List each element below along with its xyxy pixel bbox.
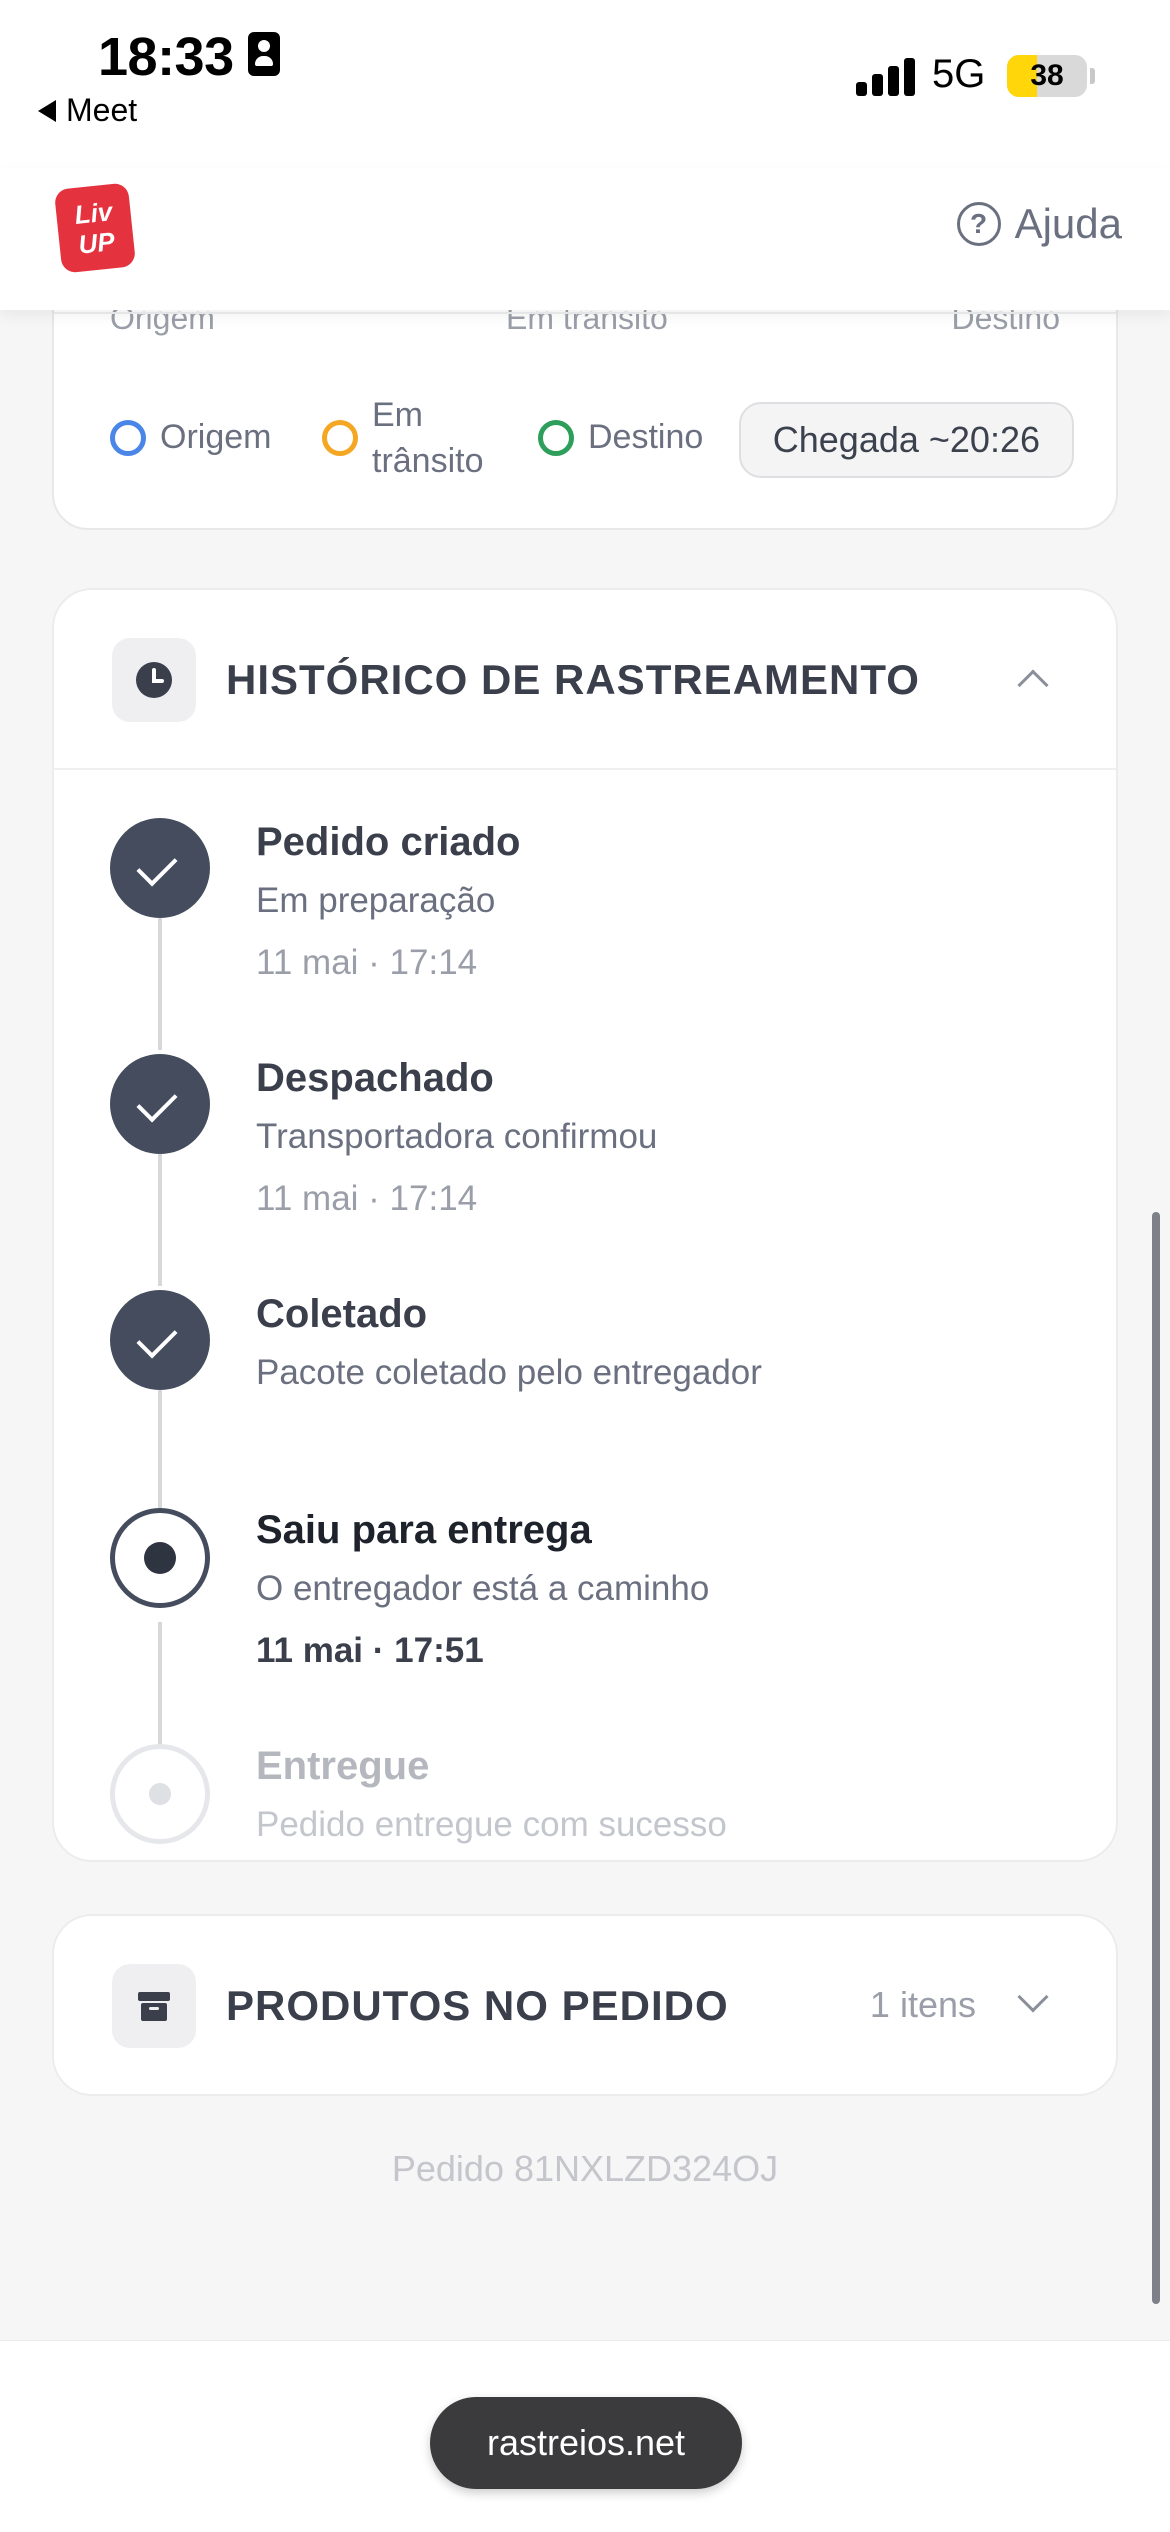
timeline-event-current: Saiu para entrega O entregador está a ca…	[256, 1508, 709, 1671]
timeline-connector	[158, 918, 162, 1050]
legend-transit: Em trânsito	[322, 392, 502, 484]
timeline-event: Despachado Transportadora confirmou 11 m…	[256, 1056, 657, 1219]
products-count: 1 itens	[869, 1984, 976, 2025]
legend-destination: Destino	[538, 418, 703, 457]
chevron-up-icon[interactable]	[1017, 669, 1049, 701]
battery-tip	[1090, 68, 1095, 84]
status-time: 18:33	[98, 27, 234, 87]
logo-text-line1: Liv	[73, 196, 114, 230]
event-subtitle: O entregador está a caminho	[256, 1569, 710, 1608]
network-type: 5G	[932, 52, 986, 96]
question-circle-icon: ?	[956, 202, 1001, 246]
event-time: 11 mai · 17:51	[256, 1631, 484, 1670]
history-title: HISTÓRICO DE RASTREAMENTO	[226, 656, 920, 703]
products-title: PRODUTOS NO PEDIDO	[226, 1982, 729, 2029]
app-header: Liv UP ? Ajuda	[0, 168, 1170, 310]
event-title: Pedido criado	[256, 820, 521, 864]
arrival-estimate-badge: Chegada ~20:26	[738, 402, 1074, 478]
cellular-signal-icon	[856, 58, 916, 96]
event-title: Coletado	[256, 1292, 428, 1336]
event-time: 11 mai · 17:14	[256, 943, 478, 982]
scrollbar[interactable]	[1152, 1212, 1160, 2304]
back-app-label: Meet	[66, 92, 138, 128]
legend-destination-label: Destino	[588, 418, 704, 456]
legend-origin: Origem	[110, 418, 271, 457]
check-circle-icon	[110, 818, 210, 918]
timeline-event-pending: Entregue Pedido entregue com sucesso	[256, 1744, 727, 1845]
destination-ring-icon	[538, 419, 574, 456]
battery-icon: 38	[1007, 55, 1087, 97]
back-triangle-icon	[38, 99, 56, 122]
timeline-event: Coletado Pacote coletado pelo entregador	[256, 1292, 762, 1393]
tracking-history-card: HISTÓRICO DE RASTREAMENTO Pedido criado …	[52, 588, 1118, 1862]
divider	[54, 312, 1116, 314]
event-title: Saiu para entrega	[256, 1508, 592, 1552]
back-to-app-link[interactable]: Meet	[38, 92, 137, 129]
timeline-event: Pedido criado Em preparação 11 mai · 17:…	[256, 820, 521, 983]
event-subtitle: Pedido entregue com sucesso	[256, 1805, 727, 1844]
brand-logo[interactable]: Liv UP	[53, 182, 137, 274]
logo-text-line2: UP	[77, 226, 117, 260]
archive-box-icon	[112, 1964, 196, 2048]
check-circle-icon	[110, 1290, 210, 1390]
products-card[interactable]: PRODUTOS NO PEDIDO 1 itens	[52, 1914, 1118, 2096]
legend-transit-label: Em trânsito	[372, 396, 484, 480]
transit-ring-icon	[322, 420, 358, 456]
help-button[interactable]: ? Ajuda	[956, 200, 1122, 248]
battery-percent: 38	[1030, 59, 1064, 92]
timeline-connector	[158, 1154, 162, 1286]
event-subtitle: Transportadora confirmou	[256, 1117, 658, 1156]
pending-step-icon	[110, 1744, 210, 1844]
url-bar[interactable]: rastreios.net	[430, 2397, 742, 2489]
origin-ring-icon	[110, 419, 146, 456]
contact-card-icon	[248, 32, 280, 76]
current-step-icon	[110, 1508, 210, 1608]
order-id: Pedido 81NXLZD324OJ	[391, 2148, 779, 2189]
browser-bottom-bar: rastreios.net	[0, 2340, 1170, 2532]
clock-icon	[112, 638, 196, 722]
status-bar: 18:33 Meet 5G 38	[0, 0, 1170, 168]
event-subtitle: Pacote coletado pelo entregador	[256, 1353, 762, 1392]
event-title: Despachado	[256, 1056, 494, 1100]
event-title: Entregue	[256, 1744, 430, 1788]
help-label: Ajuda	[1014, 200, 1122, 247]
chevron-down-icon[interactable]	[1017, 1981, 1049, 2013]
event-subtitle: Em preparação	[256, 881, 496, 920]
history-header[interactable]: HISTÓRICO DE RASTREAMENTO	[54, 590, 1116, 770]
check-circle-icon	[110, 1054, 210, 1154]
event-time: 11 mai · 17:14	[256, 1179, 478, 1218]
legend-origin-label: Origem	[160, 418, 272, 456]
